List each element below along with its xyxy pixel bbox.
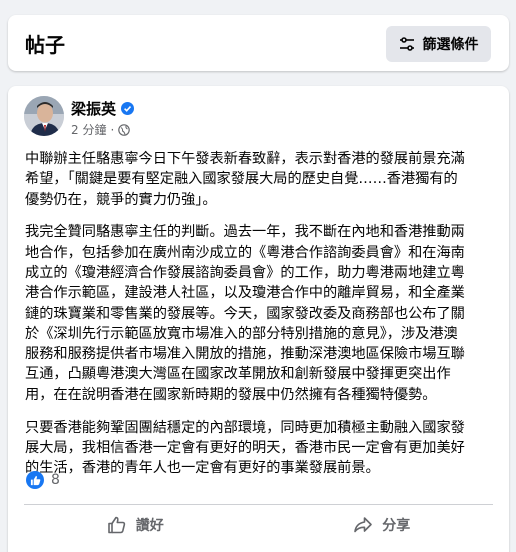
like-reaction-icon bbox=[26, 471, 44, 489]
filter-icon bbox=[399, 37, 415, 51]
verified-icon bbox=[121, 102, 135, 115]
post-paragraph-1: 中聯辦主任駱惠寧今日下午發表新春致辭，表示對香港的發展前景充滿 希望，「關鍵是要… bbox=[25, 151, 465, 208]
meta-separator: · bbox=[110, 122, 115, 137]
share-icon bbox=[353, 515, 373, 535]
author-row: 梁振英 bbox=[71, 98, 135, 119]
post-paragraph-3: 只要香港能夠鞏固團結穩定的內部環境，同時更加積極主動融入國家發 展大局，我相信香… bbox=[25, 419, 465, 477]
author-name[interactable]: 梁振英 bbox=[71, 98, 116, 119]
reaction-count: 8 bbox=[51, 472, 60, 488]
like-icon bbox=[107, 515, 127, 535]
post-card: 梁振英 2 分鐘 · 中聯辦主任駱惠寧今日下午發表新春致辭，表示對香港的發展前景… bbox=[8, 86, 509, 552]
divider bbox=[24, 504, 493, 505]
globe-icon bbox=[118, 123, 131, 136]
share-button-label: 分享 bbox=[382, 518, 411, 534]
share-button[interactable]: 分享 bbox=[259, 508, 506, 542]
filter-button[interactable]: 篩選條件 bbox=[386, 26, 491, 62]
posts-header: 帖子 篩選條件 bbox=[8, 15, 509, 71]
page-title: 帖子 bbox=[25, 33, 65, 57]
filter-button-label: 篩選條件 bbox=[422, 37, 479, 53]
like-button-label: 讚好 bbox=[135, 518, 164, 534]
avatar[interactable] bbox=[24, 96, 64, 136]
post-body: 中聯辦主任駱惠寧今日下午發表新春致辭，表示對香港的發展前景充滿 希望，「關鍵是要… bbox=[25, 149, 497, 491]
post-meta: 2 分鐘 · bbox=[71, 121, 131, 138]
reaction-summary[interactable]: 8 bbox=[26, 471, 60, 489]
post-paragraph-2: 我完全贊同駱惠寧主任的判斷。過去一年，我不斷在內地和香港推動兩 地合作，包括參加… bbox=[25, 224, 465, 403]
post-timestamp[interactable]: 2 分鐘 bbox=[71, 121, 106, 138]
like-button[interactable]: 讚好 bbox=[12, 508, 259, 542]
action-bar: 讚好 分享 bbox=[12, 508, 505, 542]
